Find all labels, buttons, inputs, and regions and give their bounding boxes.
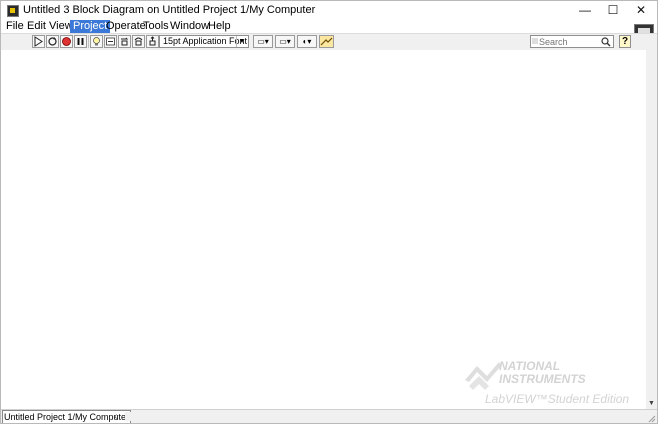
step-into-button[interactable] (118, 35, 131, 48)
horizontal-scrollbar[interactable] (125, 412, 645, 421)
minimize-button[interactable]: — (571, 1, 599, 20)
align-icon: ▭▾ (257, 37, 269, 46)
step-over-button[interactable] (132, 35, 145, 48)
search-box[interactable] (530, 35, 614, 48)
watermark-edition: LabVIEW™Student Edition (485, 392, 630, 406)
labview-window: Untitled 3 Block Diagram on Untitled Pro… (0, 0, 658, 424)
maximize-button[interactable]: ☐ (599, 1, 627, 20)
title-bar: Untitled 3 Block Diagram on Untitled Pro… (1, 1, 657, 20)
resize-grip-icon[interactable] (646, 413, 656, 423)
run-continuously-icon (48, 37, 57, 46)
clean-up-diagram-button[interactable] (319, 35, 334, 48)
search-input[interactable] (539, 36, 599, 47)
distribute-objects-button[interactable]: ▭▾ (275, 35, 295, 48)
step-into-icon (121, 37, 129, 46)
step-over-icon (134, 37, 143, 46)
search-hint-icon (532, 38, 538, 44)
clean-up-icon (320, 37, 333, 46)
abort-button[interactable] (60, 35, 73, 48)
toolbar: 15pt Application Font ▼ ▭▾ ▭▾ ◐▾ ? (1, 33, 657, 51)
font-select[interactable]: 15pt Application Font ▼ (159, 35, 249, 48)
ni-watermark: NATIONAL INSTRUMENTS LabVIEW™Student Edi… (463, 356, 645, 411)
scroll-down-icon[interactable]: ▼ (646, 399, 657, 409)
watermark-national: NATIONAL (499, 359, 561, 373)
pause-button[interactable] (74, 35, 87, 48)
ni-logo-icon (465, 362, 501, 390)
distribute-icon: ▭▾ (279, 37, 291, 46)
scroll-left-icon[interactable]: ‹ (114, 410, 117, 423)
run-continuously-button[interactable] (46, 35, 59, 48)
status-bar: Untitled Project 1/My Computer ‹ (1, 409, 657, 423)
reorder-icon: ◐▾ (302, 37, 312, 46)
step-out-button[interactable] (146, 35, 159, 48)
menu-help[interactable]: Help (205, 20, 234, 33)
retain-wire-values-button[interactable] (104, 35, 117, 48)
labview-app-icon (7, 5, 19, 17)
reorder-button[interactable]: ◐▾ (297, 35, 317, 48)
probe-icon (106, 37, 115, 46)
lightbulb-icon (93, 37, 100, 46)
watermark-instruments: INSTRUMENTS (499, 372, 586, 386)
font-select-value: 15pt Application Font (163, 36, 248, 46)
run-button[interactable] (32, 35, 45, 48)
close-button[interactable]: ✕ (627, 1, 655, 20)
stop-icon (62, 37, 71, 46)
align-objects-button[interactable]: ▭▾ (253, 35, 273, 48)
step-out-icon (149, 36, 156, 46)
toolbar-separator (88, 35, 89, 48)
window-title: Untitled 3 Block Diagram on Untitled Pro… (23, 4, 316, 16)
chevron-down-icon: ▼ (236, 36, 247, 47)
vertical-scrollbar[interactable]: ▼ (646, 50, 657, 409)
menu-bar: File Edit View Project Operate Tools Win… (1, 20, 657, 33)
project-context-label[interactable]: Untitled Project 1/My Computer (2, 410, 132, 423)
pause-icon (77, 38, 84, 45)
search-icon[interactable] (601, 37, 611, 47)
highlight-execution-button[interactable] (90, 35, 103, 48)
context-help-button[interactable]: ? (619, 35, 631, 48)
run-arrow-icon (34, 36, 43, 47)
